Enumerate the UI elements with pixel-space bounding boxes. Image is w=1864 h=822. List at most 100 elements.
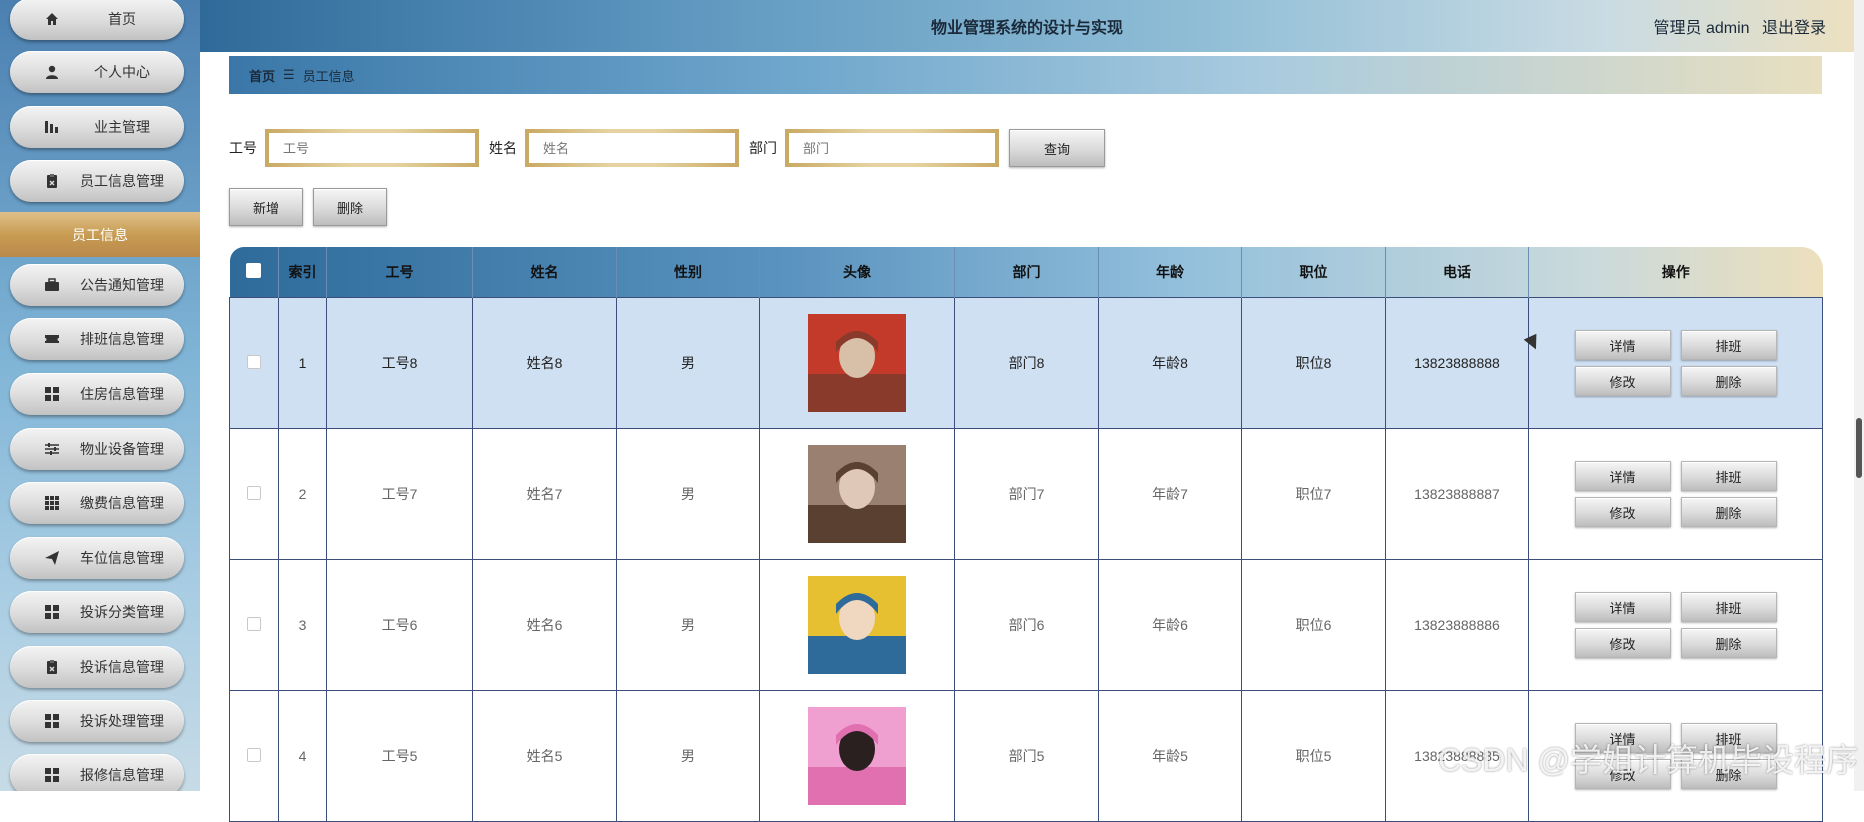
- col-index: 索引: [278, 247, 327, 298]
- avatar: [808, 576, 906, 674]
- col-name: 姓名: [472, 247, 617, 298]
- cell-avatar: [759, 690, 955, 822]
- cell-dept: 部门6: [954, 559, 1099, 691]
- breadcrumb-home[interactable]: 首页: [249, 66, 275, 85]
- grid-icon: [44, 604, 60, 620]
- table-row[interactable]: 1 工号8 姓名8 男部门8 年龄8 职位8 13823888888 详情 排班 修改 删除: [229, 297, 1823, 429]
- sidebar-item-label: 投诉信息管理: [80, 659, 164, 675]
- scrollbar-thumb[interactable]: [1856, 418, 1862, 478]
- cell-avatar: [759, 297, 955, 429]
- sidebar-item-label: 缴费信息管理: [80, 495, 164, 511]
- detail-button[interactable]: 详情: [1574, 461, 1671, 491]
- cell-position: 职位8: [1241, 297, 1386, 429]
- search-name-input[interactable]: [529, 133, 735, 163]
- sidebar-item-13[interactable]: 投诉处理管理: [10, 700, 184, 742]
- table-row[interactable]: 3 工号6 姓名6 男部门6 年龄6 职位6 13823888886 详情 排班 修改 删除: [229, 559, 1823, 691]
- avatar: [808, 445, 906, 543]
- search-dept-input[interactable]: [789, 133, 995, 163]
- sidebar-item-11[interactable]: 投诉分类管理: [10, 591, 184, 633]
- send-icon: [44, 550, 60, 566]
- sidebar-item-1[interactable]: 首页: [10, 0, 184, 40]
- row-checkbox[interactable]: [229, 690, 279, 822]
- sidebar-item-5[interactable]: 公告通知管理: [10, 264, 184, 306]
- detail-button[interactable]: 详情: [1574, 592, 1671, 622]
- cell-name: 姓名6: [472, 559, 617, 691]
- ticket-icon: [44, 331, 60, 347]
- cell-index: 3: [278, 559, 327, 691]
- breadcrumb-current: 员工信息: [302, 68, 355, 84]
- search-bar: 工号 姓名 部门 查询: [229, 128, 1105, 168]
- sidebar-item-10[interactable]: 车位信息管理: [10, 537, 184, 579]
- cell-position: 职位7: [1241, 428, 1386, 560]
- chart-bars-icon: [44, 119, 60, 135]
- logout-link[interactable]: 退出登录: [1762, 20, 1826, 37]
- sidebar-item-label: 车位信息管理: [80, 550, 164, 566]
- sidebar-item-9[interactable]: 缴费信息管理: [10, 482, 184, 524]
- row-checkbox[interactable]: [229, 297, 279, 429]
- edit-button[interactable]: 修改: [1574, 628, 1671, 658]
- search-label-dept: 部门: [749, 140, 777, 156]
- edit-button[interactable]: 修改: [1574, 366, 1671, 396]
- schedule-button[interactable]: 排班: [1680, 592, 1777, 622]
- cell-id: 工号6: [326, 559, 473, 691]
- select-all-checkbox[interactable]: [229, 247, 279, 298]
- edit-button[interactable]: 修改: [1574, 497, 1671, 527]
- cell-age: 年龄7: [1098, 428, 1242, 560]
- cell-gender: 男: [616, 297, 760, 429]
- table-header-row: 索引 工号 姓名 性别 头像 部门 年龄 职位 电话 操作: [229, 247, 1823, 298]
- breadcrumb: 首页 ☰ 员工信息: [229, 56, 1822, 94]
- table-row[interactable]: 2 工号7 姓名7 男部门7 年龄7 职位7 13823888887 详情 排班 修改 删除: [229, 428, 1823, 560]
- cell-age: 年龄8: [1098, 297, 1242, 429]
- batch-delete-button[interactable]: 删除: [313, 188, 387, 226]
- detail-button[interactable]: 详情: [1574, 330, 1671, 360]
- clipboard-icon: [44, 659, 60, 675]
- delete-button[interactable]: 删除: [1680, 628, 1777, 658]
- cell-gender: 男: [616, 690, 760, 822]
- home-icon: [44, 11, 60, 27]
- sidebar-item-label: 住房信息管理: [80, 386, 164, 402]
- cell-age: 年龄6: [1098, 559, 1242, 691]
- avatar: [808, 707, 906, 805]
- sidebar-item-8[interactable]: 物业设备管理: [10, 428, 184, 470]
- schedule-button[interactable]: 排班: [1680, 330, 1777, 360]
- sidebar: 首页个人中心业主管理员工信息管理公告通知管理 排班信息管理 住房信息管理物业设备管理…: [0, 0, 200, 791]
- col-phone: 电话: [1385, 247, 1529, 298]
- grid-icon: [44, 386, 60, 402]
- sidebar-subitem-employee-info[interactable]: 员工信息: [0, 212, 200, 257]
- search-button[interactable]: 查询: [1009, 129, 1105, 167]
- row-checkbox[interactable]: [229, 428, 279, 560]
- sidebar-item-label: 排班信息管理: [80, 331, 164, 347]
- delete-button[interactable]: 删除: [1680, 366, 1777, 396]
- sidebar-item-4[interactable]: 员工信息管理: [10, 160, 184, 202]
- sidebar-item-3[interactable]: 业主管理: [10, 106, 184, 148]
- search-id-input[interactable]: [269, 133, 475, 163]
- cell-avatar: [759, 559, 955, 691]
- sidebar-item-label: 公告通知管理: [80, 277, 164, 293]
- cell-ops: 详情 排班 修改 删除: [1528, 428, 1823, 560]
- watermark: CSDN @学姐计算机毕设程序: [1437, 742, 1858, 778]
- app-title: 物业管理系统的设计与实现: [930, 20, 1123, 37]
- clipboard-icon: [44, 173, 60, 189]
- delete-button[interactable]: 删除: [1680, 497, 1777, 527]
- cell-gender: 男: [616, 559, 760, 691]
- cell-id: 工号8: [326, 297, 473, 429]
- sidebar-item-2[interactable]: 个人中心: [10, 51, 184, 93]
- cell-id: 工号7: [326, 428, 473, 560]
- cell-dept: 部门7: [954, 428, 1099, 560]
- sidebar-item-6[interactable]: 排班信息管理: [10, 318, 184, 360]
- search-label-id: 工号: [229, 140, 257, 156]
- sidebar-item-14[interactable]: 报修信息管理: [10, 754, 184, 791]
- cell-name: 姓名8: [472, 297, 617, 429]
- breadcrumb-separator-icon: ☰: [283, 67, 295, 82]
- page-scrollbar[interactable]: [1854, 0, 1864, 791]
- cell-position: 职位5: [1241, 690, 1386, 822]
- top-bar: 物业管理系统的设计与实现 管理员 admin 退出登录: [200, 0, 1854, 52]
- sidebar-item-12[interactable]: 投诉信息管理: [10, 646, 184, 688]
- schedule-button[interactable]: 排班: [1680, 461, 1777, 491]
- add-button[interactable]: 新增: [229, 188, 303, 226]
- sidebar-item-label: 报修信息管理: [80, 767, 164, 783]
- cell-ops: 详情 排班 修改 删除: [1528, 559, 1823, 691]
- sidebar-item-7[interactable]: 住房信息管理: [10, 373, 184, 415]
- briefcase-icon: [44, 277, 60, 293]
- row-checkbox[interactable]: [229, 559, 279, 691]
